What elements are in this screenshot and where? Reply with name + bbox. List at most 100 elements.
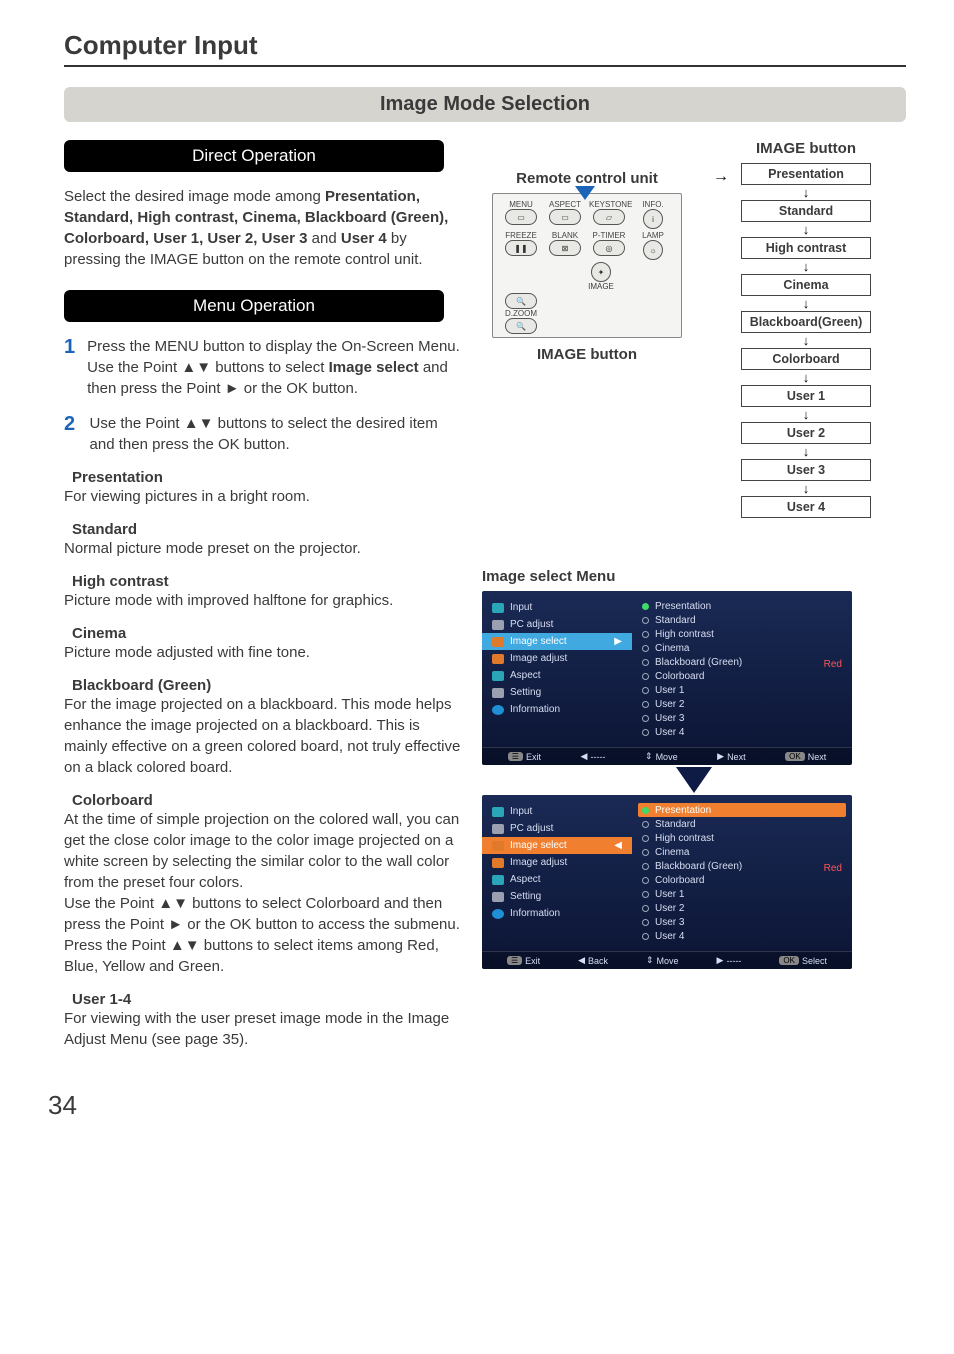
flow-entry-arrow-icon: → xyxy=(713,168,729,186)
down-arrow-icon: ↓ xyxy=(803,186,810,199)
osd-left-item: Setting xyxy=(482,888,632,905)
step-2: 2 Use the Point ▲▼ buttons to select the… xyxy=(64,413,464,455)
osd-red-label: Red xyxy=(824,863,842,874)
osd-option: Cinema xyxy=(638,641,846,655)
setting-icon xyxy=(492,892,504,902)
input-icon xyxy=(492,603,504,613)
ok-key-icon: OK xyxy=(785,752,805,761)
remote-menu-button: ▭ xyxy=(505,209,537,225)
osd-option: User 3 xyxy=(638,915,846,929)
direct-operation-text: Select the desired image mode among Pres… xyxy=(64,186,464,270)
radio-off-icon xyxy=(642,617,649,624)
osd-left-item: Input xyxy=(482,803,632,820)
radio-off-icon xyxy=(642,729,649,736)
radio-off-icon xyxy=(642,835,649,842)
osd-option-highlighted: Presentation xyxy=(638,803,846,817)
mode-high-contrast: High contrast Picture mode with improved… xyxy=(64,573,464,611)
osd-left-item: Aspect xyxy=(482,667,632,684)
mode-presentation: Presentation For viewing pictures in a b… xyxy=(64,469,464,507)
osd-option: Colorboard xyxy=(638,873,846,887)
flow-item: User 4 xyxy=(741,496,871,518)
info-icon xyxy=(492,705,504,715)
big-down-arrow-icon xyxy=(676,767,712,793)
section-heading: Image Mode Selection xyxy=(64,87,906,122)
chevron-left-icon: ◀ xyxy=(614,840,622,851)
down-arrow-icon: ↓ xyxy=(803,408,810,421)
radio-off-icon xyxy=(642,919,649,926)
osd-menu-1: Input PC adjust Image select▶ Image adju… xyxy=(482,591,852,765)
direct-operation-heading: Direct Operation xyxy=(64,140,444,172)
radio-off-icon xyxy=(642,687,649,694)
radio-off-icon xyxy=(642,659,649,666)
step-number: 1 xyxy=(64,336,75,399)
osd-option: User 4 xyxy=(638,929,846,943)
step-number: 2 xyxy=(64,413,78,455)
down-arrow-icon: ↓ xyxy=(803,260,810,273)
radio-off-icon xyxy=(642,905,649,912)
chevron-right-icon: ▶ xyxy=(614,636,622,647)
osd-help-bar: ☰Exit ◀Back ⇕Move ▶----- OKSelect xyxy=(482,951,852,969)
down-arrow-icon: ↓ xyxy=(803,334,810,347)
image-select-menu-title: Image select Menu xyxy=(482,568,906,585)
radio-off-icon xyxy=(642,821,649,828)
remote-pointer-arrow-icon xyxy=(575,186,595,200)
osd-left-item: Image adjust xyxy=(482,650,632,667)
osd-left-item: Input xyxy=(482,599,632,616)
osd-option: Blackboard (Green) xyxy=(638,859,846,873)
osd-red-label: Red xyxy=(824,659,842,670)
flow-item: Colorboard xyxy=(741,348,871,370)
osd-option: High contrast xyxy=(638,627,846,641)
flow-item: User 1 xyxy=(741,385,871,407)
down-arrow-icon: ↓ xyxy=(803,371,810,384)
image-button-caption: IMAGE button xyxy=(482,346,692,363)
osd-left-item: Image adjust xyxy=(482,854,632,871)
menu-key-icon: ☰ xyxy=(508,752,523,761)
osd-option: Cinema xyxy=(638,845,846,859)
osd-option: Standard xyxy=(638,613,846,627)
remote-freeze-button: ❚❚ xyxy=(505,240,537,256)
remote-keystone-button: ▱ xyxy=(593,209,625,225)
image-select-icon xyxy=(492,841,504,851)
osd-option: Colorboard xyxy=(638,669,846,683)
image-button-flow-title: IMAGE button xyxy=(706,140,906,157)
aspect-icon xyxy=(492,671,504,681)
osd-option: High contrast xyxy=(638,831,846,845)
setting-icon xyxy=(492,688,504,698)
osd-left-item-selected: Image select▶ xyxy=(482,633,632,650)
remote-info-button: i xyxy=(643,209,663,229)
radio-off-icon xyxy=(642,673,649,680)
image-select-icon xyxy=(492,637,504,647)
remote-blank-button: ⊠ xyxy=(549,240,581,256)
ok-key-icon: OK xyxy=(779,956,799,965)
mode-colorboard: Colorboard At the time of simple project… xyxy=(64,792,464,977)
flow-item: Cinema xyxy=(741,274,871,296)
osd-option: User 1 xyxy=(638,887,846,901)
flow-item: Standard xyxy=(741,200,871,222)
radio-off-icon xyxy=(642,645,649,652)
osd-option: User 1 xyxy=(638,683,846,697)
aspect-icon xyxy=(492,875,504,885)
remote-dzoom-plus-button: 🔍 xyxy=(505,293,537,309)
radio-off-icon xyxy=(642,877,649,884)
flow-item: User 3 xyxy=(741,459,871,481)
radio-off-icon xyxy=(642,933,649,940)
flow-item: Blackboard(Green) xyxy=(741,311,871,333)
osd-option: User 2 xyxy=(638,697,846,711)
mode-blackboard: Blackboard (Green) For the image project… xyxy=(64,677,464,778)
remote-ptimer-button: ◎ xyxy=(593,240,625,256)
radio-off-icon xyxy=(642,849,649,856)
menu-key-icon: ☰ xyxy=(507,956,522,965)
down-arrow-icon: ↓ xyxy=(803,482,810,495)
step-text: Press the MENU button to display the On-… xyxy=(87,336,464,399)
menu-operation-heading: Menu Operation xyxy=(64,290,444,322)
step-text: Use the Point ▲▼ buttons to select the d… xyxy=(90,413,464,455)
osd-left-item: PC adjust xyxy=(482,616,632,633)
mode-standard: Standard Normal picture mode preset on t… xyxy=(64,521,464,559)
osd-menu-2: Input PC adjust Image select◀ Image adju… xyxy=(482,795,852,969)
input-icon xyxy=(492,807,504,817)
image-adjust-icon xyxy=(492,858,504,868)
remote-aspect-button: ▭ xyxy=(549,209,581,225)
pc-adjust-icon xyxy=(492,824,504,834)
radio-off-icon xyxy=(642,863,649,870)
info-icon xyxy=(492,909,504,919)
